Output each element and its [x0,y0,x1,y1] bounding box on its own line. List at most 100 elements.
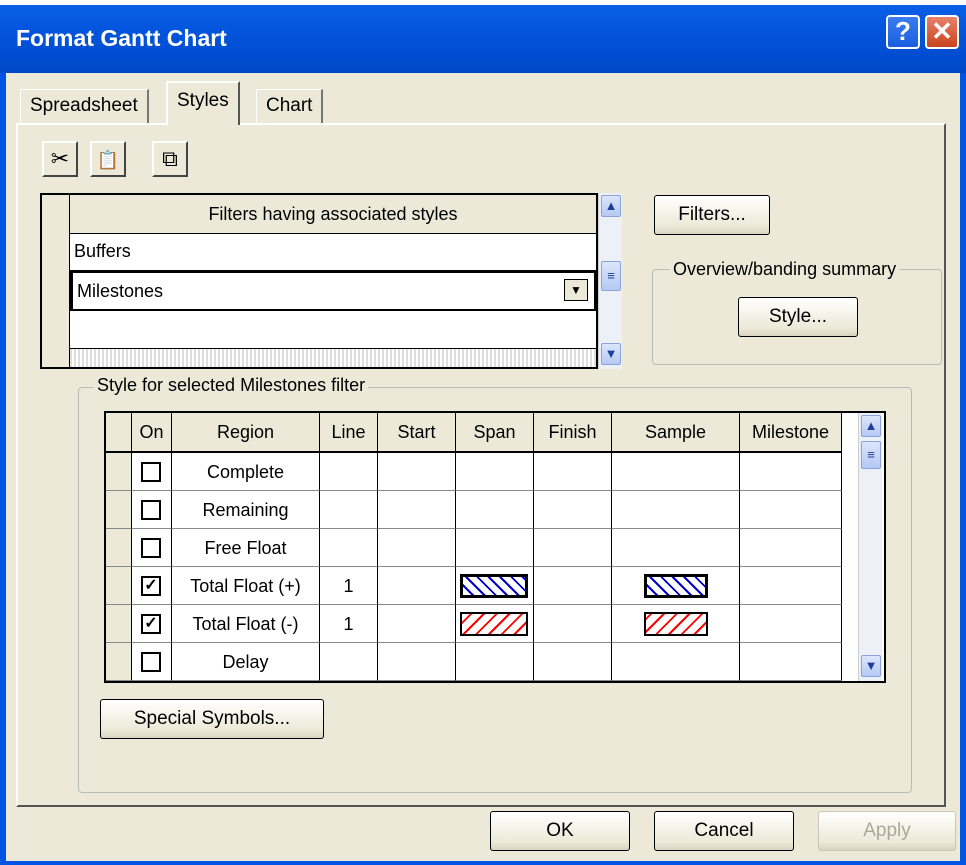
scroll-thumb[interactable]: ≡ [601,261,621,291]
cell-sample[interactable] [612,491,740,529]
cell-sample[interactable] [612,453,740,491]
cell-start[interactable] [378,453,456,491]
cell-finish[interactable] [534,605,612,643]
cell-milestone[interactable] [740,567,842,605]
cell-line[interactable] [320,643,378,681]
cell-milestone[interactable] [740,643,842,681]
cell-sample[interactable] [612,529,740,567]
cell-on[interactable]: ✓ [132,567,172,605]
style-grid: On Region Line Start Span Finish Sample … [104,411,886,683]
row-header-stub [106,413,132,453]
cell-region[interactable]: Complete [172,453,320,491]
on-checkbox[interactable]: ✓ [141,576,161,596]
cell-milestone[interactable] [740,529,842,567]
cell-sample[interactable] [612,643,740,681]
on-checkbox[interactable]: ✓ [141,614,161,634]
cell-line[interactable] [320,453,378,491]
cell-start[interactable] [378,605,456,643]
cell-finish[interactable] [534,529,612,567]
filter-dropdown-button[interactable]: ▼ [564,279,588,301]
cell-region[interactable]: Total Float (-) [172,605,320,643]
cell-finish[interactable] [534,643,612,681]
cell-start[interactable] [378,491,456,529]
cell-start[interactable] [378,529,456,567]
dialog-window: Format Gantt Chart ? ✕ Spreadsheet Style… [0,5,966,865]
cell-on[interactable] [132,643,172,681]
ok-button[interactable]: OK [490,811,630,851]
cell-on[interactable] [132,453,172,491]
cell-on[interactable] [132,529,172,567]
tab-styles[interactable]: Styles [166,81,240,125]
cell-region[interactable]: Remaining [172,491,320,529]
cell-line[interactable] [320,529,378,567]
cell-region[interactable]: Total Float (+) [172,567,320,605]
cell-finish[interactable] [534,567,612,605]
cell-start[interactable] [378,643,456,681]
grip-icon: ≡ [867,447,875,462]
cell-sample[interactable] [612,605,740,643]
cell-span[interactable] [456,529,534,567]
title-bar[interactable]: Format Gantt Chart ? ✕ [0,5,966,73]
cell-sample[interactable] [612,567,740,605]
on-checkbox[interactable] [141,538,161,558]
tab-chart[interactable]: Chart [256,89,324,123]
clipboard-icon: 📋 [96,150,120,170]
cell-milestone[interactable] [740,605,842,643]
on-checkbox[interactable] [141,500,161,520]
button-label: Special Symbols... [133,708,291,729]
cell-milestone[interactable] [740,491,842,529]
cell-span[interactable] [456,605,534,643]
filter-row-partial [70,349,596,367]
blue-hatch-swatch [644,574,708,598]
cell-line[interactable]: 1 [320,605,378,643]
col-span: Span [456,413,534,453]
cell-region[interactable]: Free Float [172,529,320,567]
cell-on[interactable] [132,491,172,529]
cancel-button[interactable]: Cancel [654,811,794,851]
scroll-down-button[interactable]: ▼ [861,655,881,677]
cell-finish[interactable] [534,491,612,529]
cell-line[interactable]: 1 [320,567,378,605]
arrow-up-icon: ▲ [604,198,618,213]
row-header [106,643,132,681]
row-header [106,605,132,643]
cell-span[interactable] [456,567,534,605]
help-button[interactable]: ? [886,15,920,49]
col-on: On [132,413,172,453]
col-sample: Sample [612,413,740,453]
arrow-down-icon: ▼ [864,658,878,673]
on-checkbox[interactable] [141,652,161,672]
scroll-up-button[interactable]: ▲ [861,415,881,437]
cell-milestone[interactable] [740,453,842,491]
cell-region[interactable]: Delay [172,643,320,681]
close-button[interactable]: ✕ [925,15,959,49]
tab-spreadsheet[interactable]: Spreadsheet [20,89,149,123]
copy-button[interactable]: ⧉ [152,141,188,177]
filter-row-buffers[interactable]: Buffers [70,233,596,271]
filters-scrollbar[interactable]: ▲ ≡ ▼ [598,193,622,369]
cell-on[interactable]: ✓ [132,605,172,643]
filter-row-empty[interactable] [70,311,596,349]
filter-row-milestones[interactable]: Milestones ▼ [70,271,596,311]
filters-button[interactable]: Filters... [654,195,770,235]
paste-button[interactable]: 📋 [90,141,126,177]
cell-span[interactable] [456,453,534,491]
scroll-down-button[interactable]: ▼ [601,343,621,365]
cut-button[interactable]: ✂ [42,141,78,177]
style-scrollbar[interactable]: ▲ ≡ ▼ [858,413,882,681]
special-symbols-button[interactable]: Special Symbols... [100,699,324,739]
cell-span[interactable] [456,643,534,681]
overview-group-label: Overview/banding summary [670,259,900,280]
on-checkbox[interactable] [141,462,161,482]
cell-line[interactable] [320,491,378,529]
apply-button[interactable]: Apply [818,811,956,851]
cell-finish[interactable] [534,453,612,491]
style-button[interactable]: Style... [738,297,858,337]
cell-start[interactable] [378,567,456,605]
row-header-column [42,233,70,367]
red-hatch-swatch [460,612,528,636]
scroll-thumb[interactable]: ≡ [861,441,881,469]
cell-span[interactable] [456,491,534,529]
filter-row-label: Buffers [74,241,131,261]
scroll-up-button[interactable]: ▲ [601,195,621,217]
